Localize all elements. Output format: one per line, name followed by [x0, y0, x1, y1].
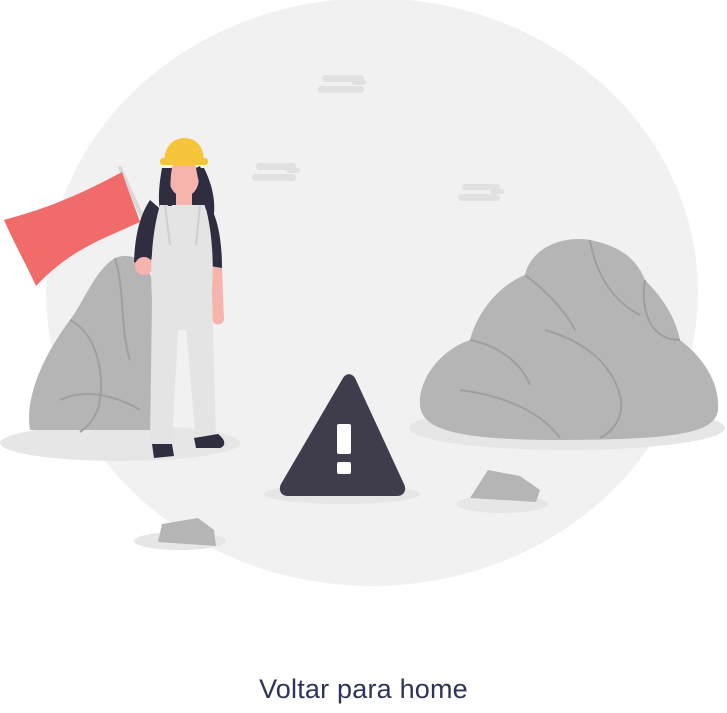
error-page: Voltar para home — [0, 0, 727, 713]
error-illustration — [0, 0, 725, 586]
home-link[interactable]: Voltar para home — [0, 668, 727, 710]
home-link-label: Voltar para home — [259, 673, 468, 704]
